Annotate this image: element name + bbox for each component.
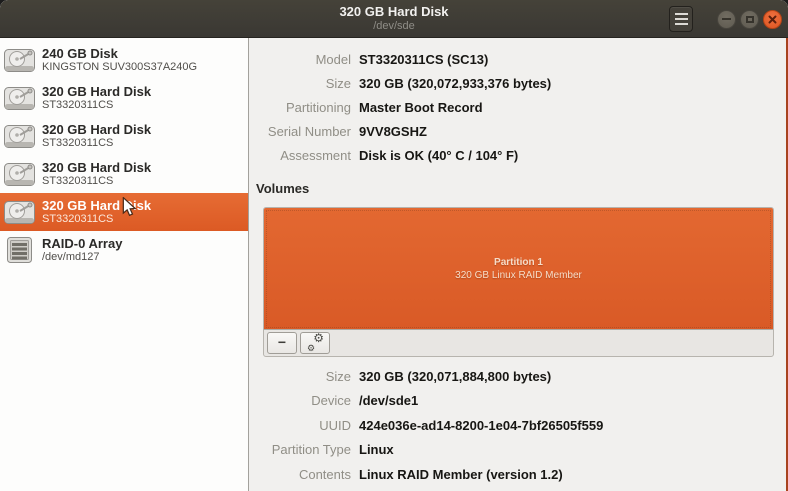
- sidebar-item-subtitle: KINGSTON SUV300S37A240G: [42, 61, 198, 73]
- maximize-button[interactable]: [740, 9, 759, 29]
- device-sidebar: 240 GB Disk KINGSTON SUV300S37A240G 320 …: [0, 38, 249, 491]
- header-controls: [669, 0, 782, 38]
- info-value: Master Boot Record: [359, 99, 483, 115]
- sidebar-item-subtitle: ST3320311CS: [42, 99, 114, 111]
- main-area: 240 GB Disk KINGSTON SUV300S37A240G 320 …: [0, 38, 788, 491]
- window-title-group: 320 GB Hard Disk /dev/sde: [339, 5, 448, 32]
- info-label: Partition Type: [271, 442, 351, 458]
- sidebar-item-title: 240 GB Disk: [42, 46, 118, 61]
- minimize-icon: [722, 18, 731, 20]
- hard-disk-icon: [4, 46, 36, 74]
- minimize-button[interactable]: [717, 9, 736, 29]
- info-value: ST3320311CS (SC13): [359, 51, 489, 67]
- headerbar: 320 GB Hard Disk /dev/sde: [0, 0, 788, 38]
- info-row-serial-number: Serial Number 9VV8GSHZ: [249, 119, 788, 143]
- sidebar-item-title: 320 GB Hard Disk: [42, 160, 152, 175]
- info-value: Linux: [359, 442, 394, 458]
- window-title: 320 GB Hard Disk: [339, 4, 449, 19]
- disk-info-table: Model ST3320311CS (SC13) Size 320 GB (32…: [249, 38, 788, 167]
- info-row-size: Size 320 GB (320,072,933,376 bytes): [249, 71, 788, 95]
- info-value: Linux RAID Member (version 1.2): [359, 466, 563, 482]
- info-value: /dev/sde1: [359, 393, 419, 409]
- sidebar-item-subtitle: ST3320311CS: [42, 213, 114, 225]
- info-row-partition-type: Partition Type Linux: [249, 438, 788, 463]
- partition-info-table: Size 320 GB (320,071,884,800 bytes) Devi…: [249, 364, 788, 487]
- info-label: Model: [315, 51, 351, 67]
- sidebar-item-subtitle: ST3320311CS: [42, 137, 114, 149]
- hard-disk-icon: [4, 198, 36, 226]
- info-label: UUID: [319, 417, 351, 433]
- volume-toolbar: − ⚙ ⚙: [264, 330, 773, 356]
- minus-icon: −: [277, 334, 287, 350]
- sidebar-item-raid-array[interactable]: RAID-0 Array /dev/md127: [0, 231, 248, 269]
- info-label: Partitioning: [285, 99, 351, 115]
- info-row-contents: Contents Linux RAID Member (version 1.2): [249, 462, 788, 487]
- info-label: Size: [325, 75, 351, 91]
- partition-description: 320 GB Linux RAID Member: [455, 269, 582, 281]
- close-button[interactable]: [763, 9, 782, 29]
- info-label: Serial Number: [267, 123, 351, 139]
- sidebar-item-subtitle: /dev/md127: [42, 251, 100, 263]
- hard-disk-icon: [4, 84, 36, 112]
- hard-disk-icon: [4, 160, 36, 188]
- sidebar-item-title: 320 GB Hard Disk: [42, 198, 152, 213]
- sidebar-item-240gb-disk[interactable]: 240 GB Disk KINGSTON SUV300S37A240G: [0, 41, 248, 79]
- window-buttons: [717, 9, 782, 29]
- maximize-icon: [745, 15, 754, 23]
- hamburger-menu-icon: [674, 13, 688, 15]
- info-value: 424e036e-ad14-8200-1e04-7bf26505f559: [359, 417, 604, 433]
- info-row-device: Device /dev/sde1: [249, 389, 788, 414]
- info-row-assessment: Assessment Disk is OK (40° C / 104° F): [249, 143, 788, 167]
- info-value: 9VV8GSHZ: [359, 123, 427, 139]
- hard-disk-icon: [4, 122, 36, 150]
- sidebar-item-title: 320 GB Hard Disk: [42, 122, 152, 137]
- partition-name: Partition 1: [494, 256, 543, 268]
- hamburger-menu-button[interactable]: [669, 6, 693, 32]
- info-row-model: Model ST3320311CS (SC13): [249, 47, 788, 71]
- sidebar-item-320gb-disk-3[interactable]: 320 GB Hard Disk ST3320311CS: [0, 155, 248, 193]
- info-row-partition-size: Size 320 GB (320,071,884,800 bytes): [249, 364, 788, 389]
- sidebar-item-title: 320 GB Hard Disk: [42, 84, 152, 99]
- sidebar-item-title: RAID-0 Array: [42, 236, 123, 251]
- sidebar-item-320gb-disk-1[interactable]: 320 GB Hard Disk ST3320311CS: [0, 79, 248, 117]
- volumes-widget: Partition 1 320 GB Linux RAID Member − ⚙…: [263, 207, 774, 357]
- info-value: 320 GB (320,071,884,800 bytes): [359, 368, 552, 384]
- sidebar-item-subtitle: ST3320311CS: [42, 175, 114, 187]
- info-row-uuid: UUID 424e036e-ad14-8200-1e04-7bf26505f55…: [249, 413, 788, 438]
- raid-array-icon: [4, 236, 36, 264]
- volumes-section-header: Volumes: [256, 181, 310, 196]
- sidebar-item-320gb-disk-4-selected[interactable]: 320 GB Hard Disk ST3320311CS: [0, 193, 248, 231]
- gnome-disks-window: 320 GB Hard Disk /dev/sde 240 GB Disk KI…: [0, 0, 788, 491]
- close-icon: [768, 15, 777, 23]
- partition-1-volume[interactable]: Partition 1 320 GB Linux RAID Member: [264, 208, 773, 330]
- window-subtitle: /dev/sde: [373, 20, 415, 32]
- gears-icon: ⚙ ⚙: [307, 331, 324, 353]
- info-label: Assessment: [280, 147, 351, 163]
- sidebar-item-320gb-disk-2[interactable]: 320 GB Hard Disk ST3320311CS: [0, 117, 248, 155]
- info-row-partitioning: Partitioning Master Boot Record: [249, 95, 788, 119]
- delete-partition-button[interactable]: −: [267, 332, 297, 354]
- info-value: Disk is OK (40° C / 104° F): [359, 147, 519, 163]
- disk-details-panel: Model ST3320311CS (SC13) Size 320 GB (32…: [249, 38, 788, 491]
- info-label: Contents: [298, 466, 351, 482]
- info-label: Size: [325, 368, 351, 384]
- partition-options-button[interactable]: ⚙ ⚙: [300, 331, 330, 354]
- info-value: 320 GB (320,072,933,376 bytes): [359, 75, 552, 91]
- info-label: Device: [311, 393, 351, 409]
